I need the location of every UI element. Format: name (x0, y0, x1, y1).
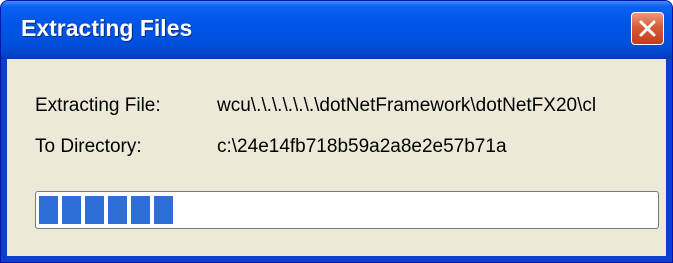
window-title: Extracting Files (21, 15, 193, 41)
to-directory-value: c:\24e14fb718b59a2a8e2e57b71a (217, 136, 507, 157)
title-bar[interactable]: Extracting Files (1, 1, 672, 59)
close-x-icon (639, 20, 656, 37)
dialog-body: Extracting File: wcu\.\.\.\.\.\.\dotNetF… (7, 59, 666, 256)
close-button[interactable] (631, 12, 664, 45)
extracting-files-dialog: Extracting Files Extracting File: wcu\.\… (0, 0, 673, 263)
extracting-file-label: Extracting File: (35, 95, 161, 116)
extraction-progress-bar (35, 191, 659, 229)
to-directory-label: To Directory: (35, 136, 142, 157)
extracting-file-value: wcu\.\.\.\.\.\.\dotNetFramework\dotNetFX… (217, 95, 597, 116)
progress-fill (39, 196, 173, 224)
